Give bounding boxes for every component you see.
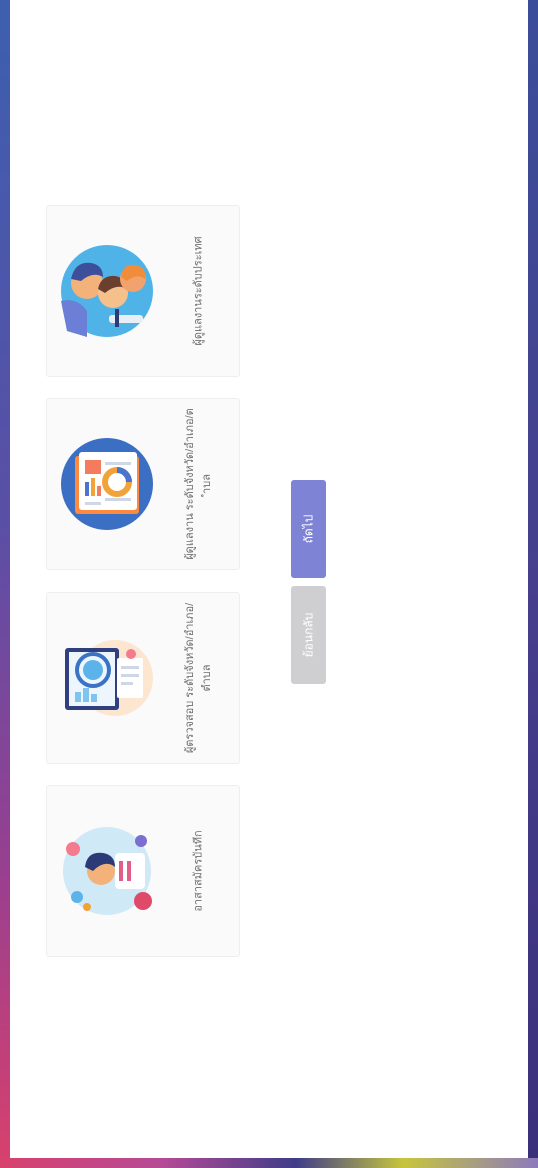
frame-left-border [0,0,10,1168]
back-button[interactable]: ย้อนกลับ [291,586,326,684]
role-card-label: ผู้ตรวจสอบ ระดับจังหวัด/อำเภอ/ตำบล [184,602,213,754]
inspection-magnifier-icon [65,640,153,716]
volunteer-person-icon [63,827,152,915]
role-card-inspector[interactable]: ผู้ตรวจสอบ ระดับจังหวัด/อำเภอ/ตำบล [46,592,240,764]
next-button[interactable]: ถัดไป [291,480,326,578]
frame-bottom-border [0,1158,538,1168]
role-card-volunteer[interactable]: อาสาสมัครบันทึก [46,785,240,957]
report-dashboard-icon [61,438,153,530]
team-people-icon [61,245,153,337]
role-card-national-admin[interactable]: ผู้ดูแลงานระดับประเทศ [46,205,240,377]
role-card-label: อาสาสมัครบันทึก [192,830,205,912]
role-selection-panel [10,0,528,1158]
role-card-area-admin[interactable]: ผู้ดูแลงาน ระดับจังหวัด/อำเภอ/ตำบล [46,398,240,570]
role-card-label: ผู้ดูแลงานระดับประเทศ [192,236,205,346]
role-card-label: ผู้ดูแลงาน ระดับจังหวัด/อำเภอ/ตำบล [184,408,213,560]
